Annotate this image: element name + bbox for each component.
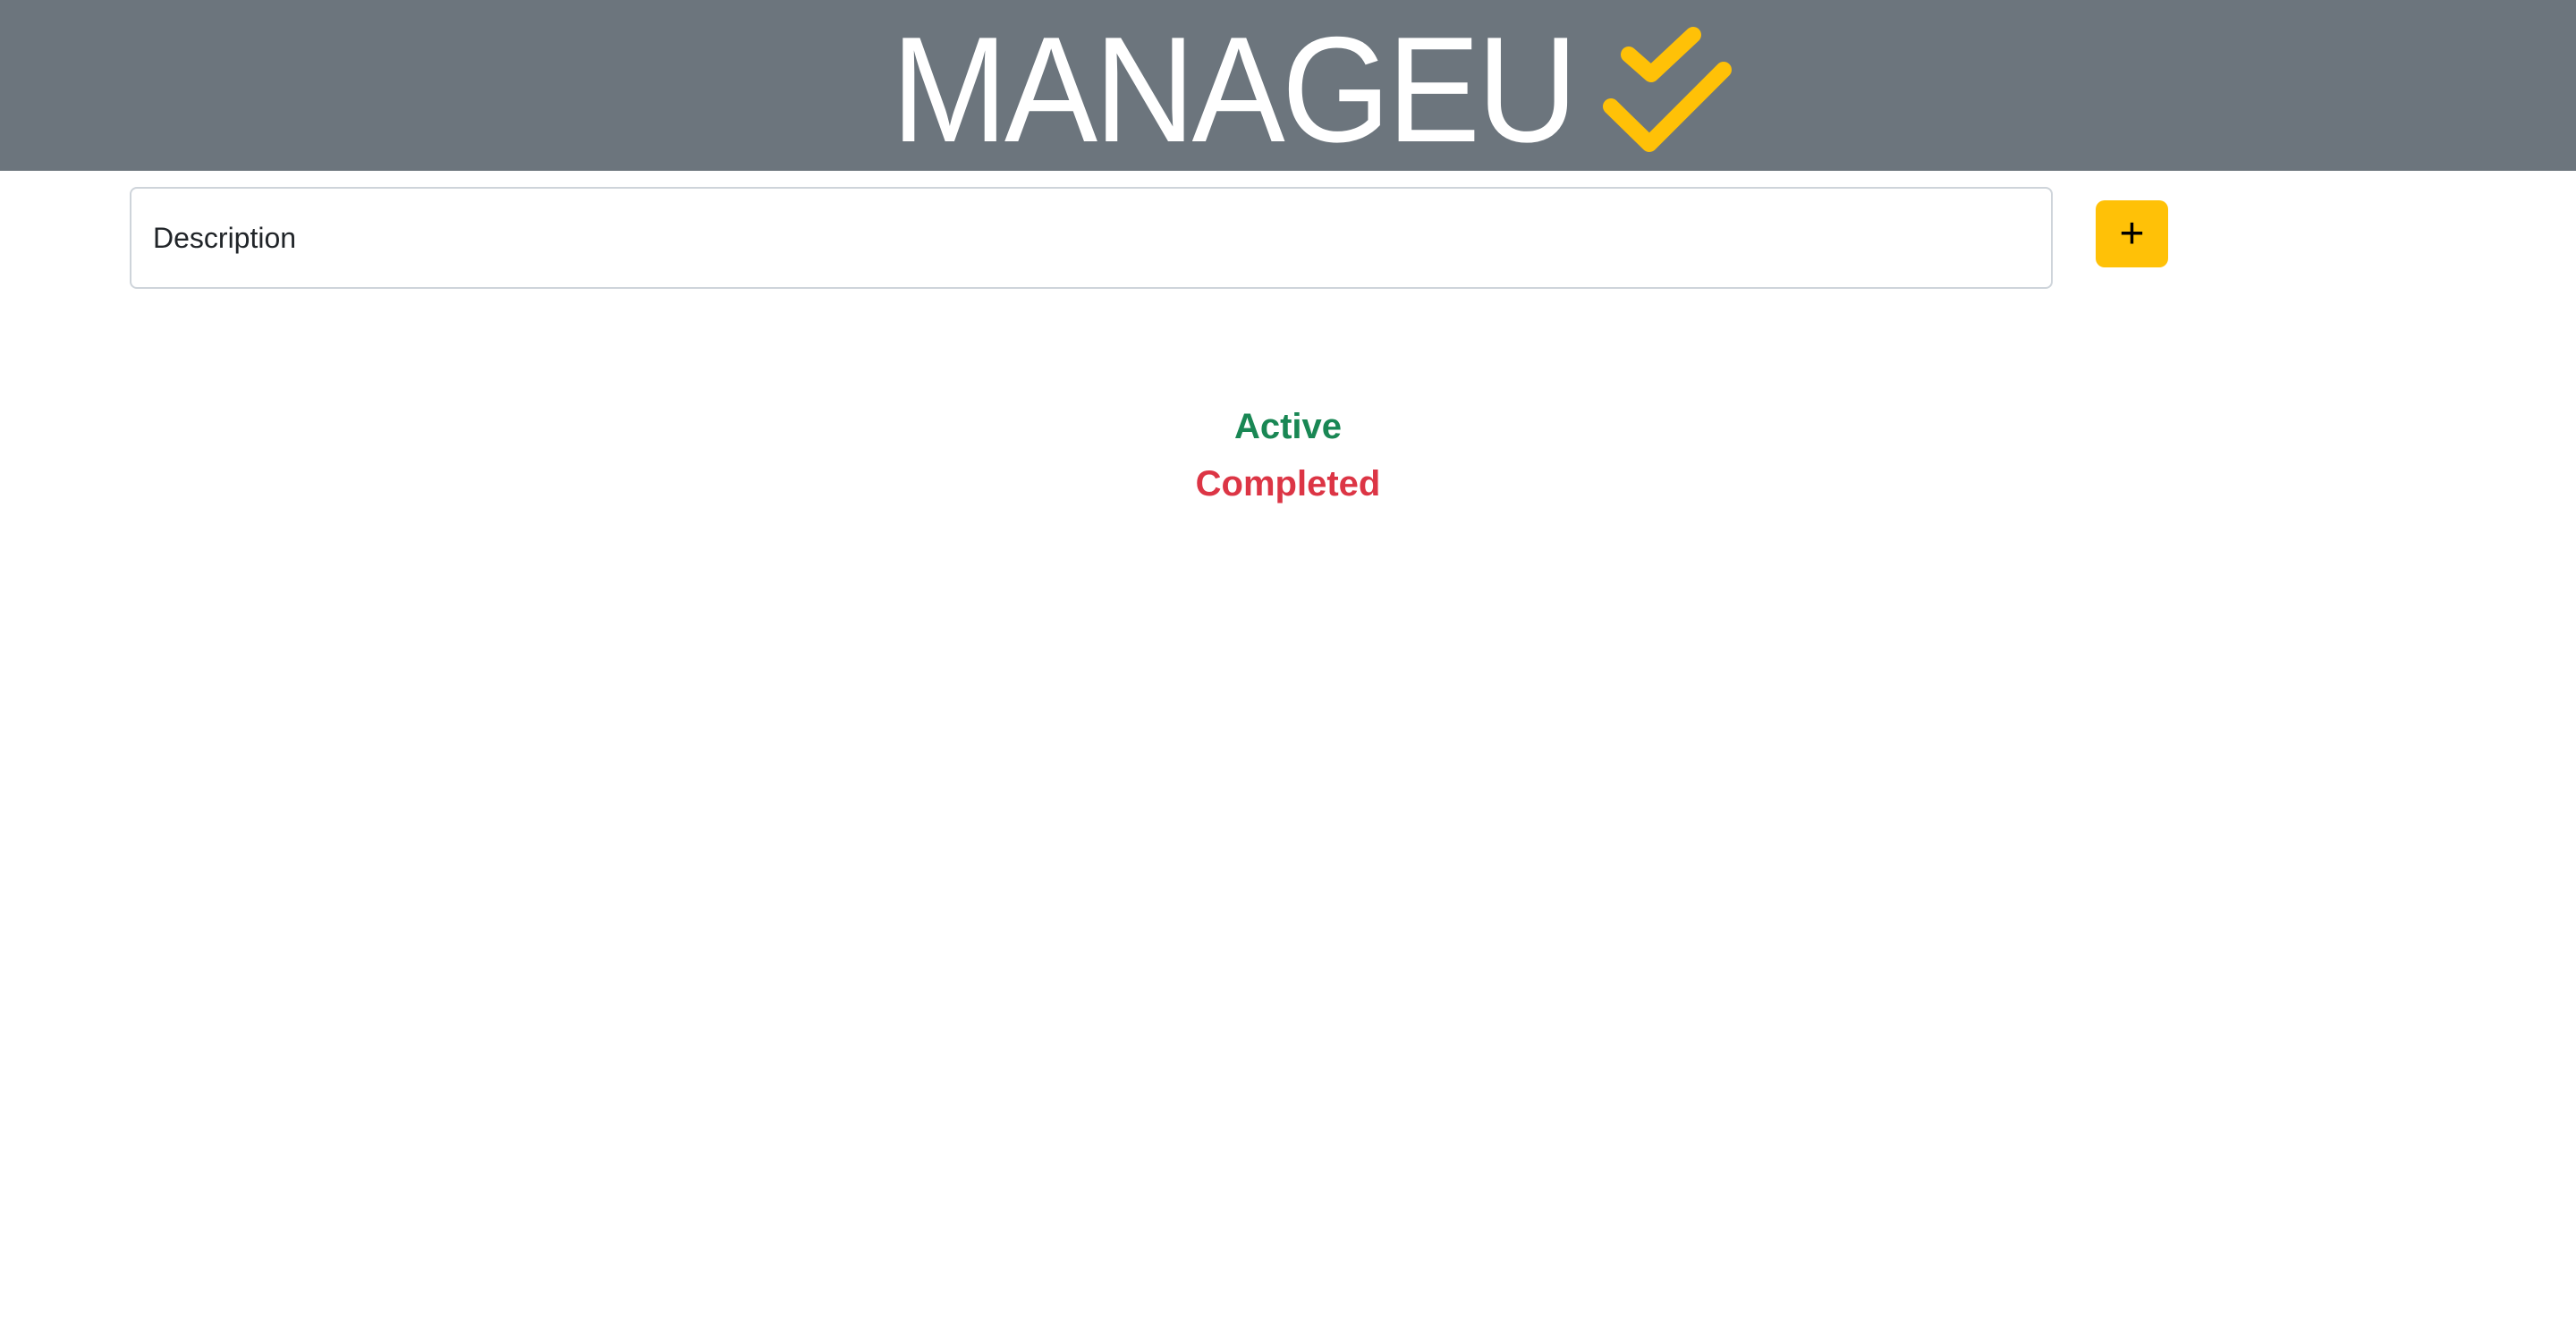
filter-active-link[interactable]: Active: [0, 405, 2576, 448]
app-header: MANAGEU: [0, 0, 2576, 171]
brand: MANAGEU: [0, 0, 2576, 171]
filter-completed-link[interactable]: Completed: [0, 462, 2576, 505]
double-check-icon: [1602, 26, 1732, 152]
description-input[interactable]: [130, 187, 2053, 289]
add-task-button[interactable]: +: [2096, 200, 2168, 267]
brand-title: MANAGEU: [891, 4, 1579, 173]
